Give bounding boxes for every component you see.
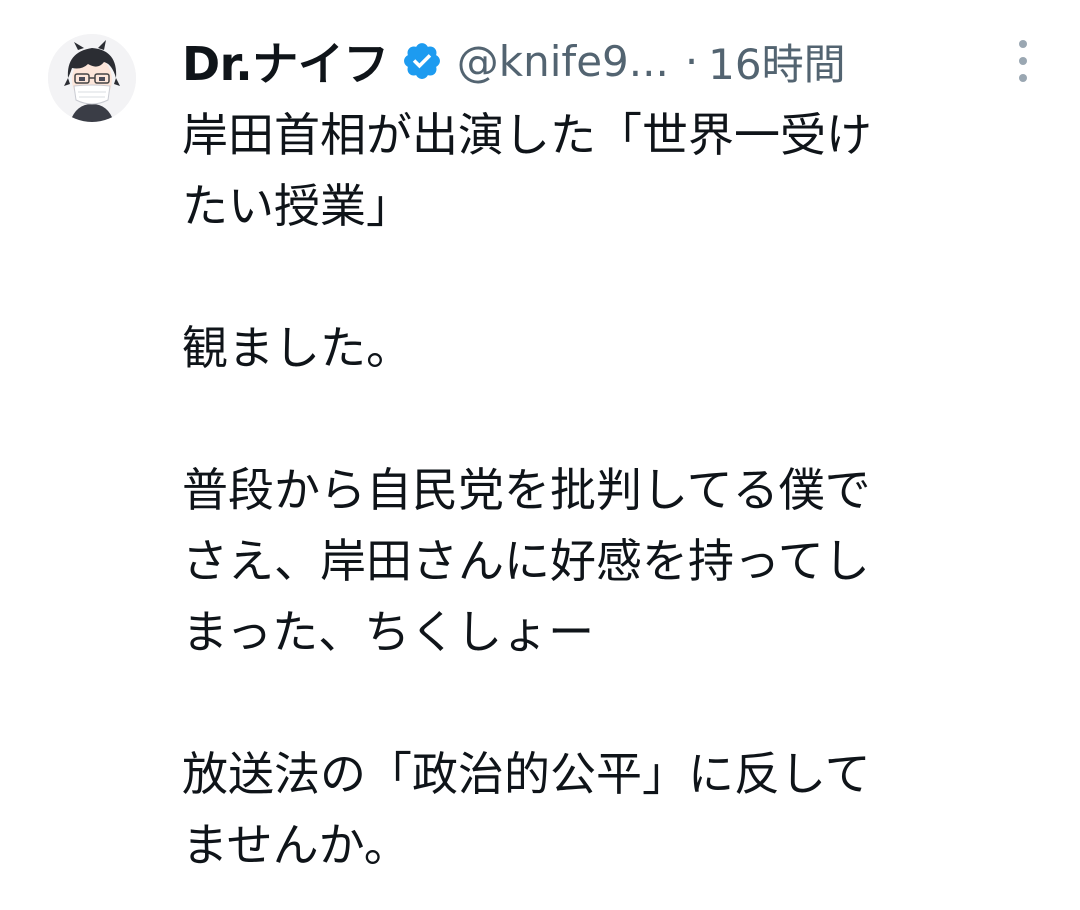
tweet-text-line: 観ました。 xyxy=(182,321,412,375)
avatar-illustration xyxy=(48,34,136,122)
tweet-text-line: 普段から自民党を批判してる僕で xyxy=(182,463,871,517)
verified-badge-icon xyxy=(401,40,443,82)
tweet-text: 岸田首相が出演した「世界一受け たい授業」 観ました。 普段から自民党を批判して… xyxy=(182,100,1042,881)
user-handle[interactable]: @knife9... xyxy=(457,37,669,86)
tweet-text-line: さえ、岸田さんに好感を持ってし xyxy=(182,534,870,588)
tweet-text-line: まった、ちくしょー xyxy=(182,605,595,659)
tweet-text-line xyxy=(182,384,1042,455)
more-dot xyxy=(1019,57,1027,65)
more-options-icon[interactable] xyxy=(1008,36,1038,86)
tweet: Dr.ナイフ @knife9... · 16時間 岸田首相が出演した「世界一受け… xyxy=(0,0,1080,910)
display-name[interactable]: Dr.ナイフ xyxy=(182,28,389,94)
avatar[interactable] xyxy=(48,34,136,122)
tweet-text-line: 岸田首相が出演した「世界一受け xyxy=(182,108,872,162)
tweet-text-line: たい授業」 xyxy=(182,179,412,233)
more-dot xyxy=(1019,74,1027,82)
more-dot xyxy=(1019,40,1027,48)
separator-dot: · xyxy=(684,36,699,86)
tweet-text-line xyxy=(182,668,1042,739)
tweet-text-line: 放送法の「政治的公平」に反して xyxy=(182,747,871,801)
tweet-header: Dr.ナイフ @knife9... · 16時間 xyxy=(182,30,1032,92)
tweet-text-line xyxy=(182,242,1042,313)
tweet-text-line: ませんか。 xyxy=(182,818,410,872)
tweet-timestamp[interactable]: 16時間 xyxy=(708,31,845,92)
